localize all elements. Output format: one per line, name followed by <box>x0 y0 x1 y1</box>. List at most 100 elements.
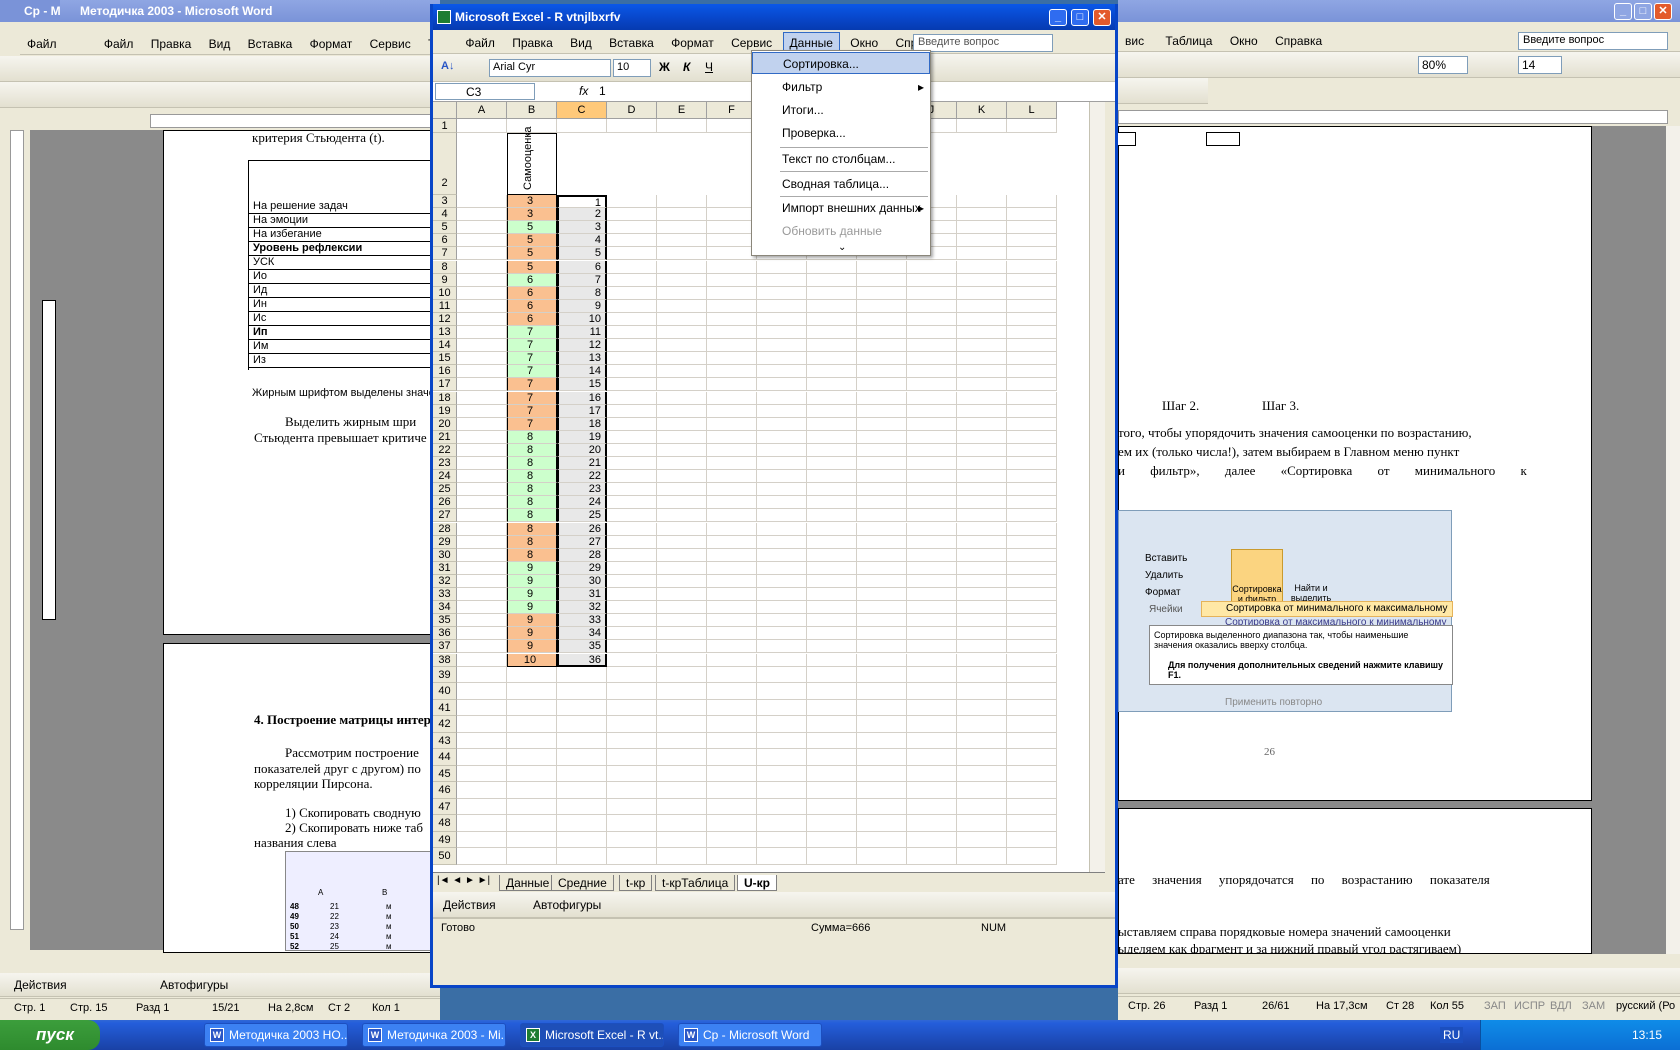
cell[interactable] <box>507 848 557 865</box>
cell[interactable] <box>657 535 707 549</box>
cell[interactable] <box>857 699 907 717</box>
cell[interactable] <box>507 782 557 799</box>
cell[interactable]: 35 <box>557 640 607 654</box>
cell[interactable] <box>857 378 907 392</box>
cell[interactable] <box>457 666 507 684</box>
cell[interactable] <box>807 496 857 510</box>
cell[interactable] <box>957 119 1007 133</box>
cell[interactable] <box>1007 208 1057 222</box>
cell[interactable]: 5 <box>507 260 557 274</box>
cell[interactable] <box>907 601 957 615</box>
cell[interactable] <box>807 614 857 628</box>
sheet-tab[interactable]: Средние <box>551 875 614 891</box>
cell[interactable] <box>457 683 507 700</box>
cell[interactable] <box>707 430 757 444</box>
row-header[interactable]: 3 <box>433 195 457 209</box>
cell[interactable] <box>807 339 857 353</box>
cell[interactable] <box>1007 273 1057 287</box>
cell[interactable] <box>507 765 557 783</box>
menu-window-right[interactable]: Окно <box>1223 30 1265 52</box>
cell[interactable] <box>707 815 757 832</box>
cell[interactable]: 8 <box>507 535 557 549</box>
cell[interactable] <box>957 417 1007 431</box>
cell[interactable] <box>757 548 807 562</box>
cell[interactable] <box>807 535 857 549</box>
cell[interactable] <box>957 273 1007 287</box>
cell[interactable] <box>557 732 607 750</box>
cell[interactable] <box>757 326 807 340</box>
cell[interactable]: 6 <box>507 286 557 300</box>
cell[interactable] <box>607 352 657 366</box>
cell[interactable] <box>957 221 1007 235</box>
cell[interactable] <box>507 683 557 700</box>
cell[interactable] <box>1007 496 1057 510</box>
sheet-tab[interactable]: t-кр <box>619 875 653 891</box>
cell[interactable] <box>457 848 507 865</box>
excel-menu-format[interactable]: Формат <box>664 32 721 54</box>
cell[interactable] <box>657 404 707 418</box>
cell[interactable] <box>707 208 757 222</box>
column-header[interactable]: A <box>457 102 507 119</box>
cell[interactable] <box>457 119 507 133</box>
cell[interactable] <box>957 601 1007 615</box>
cell[interactable] <box>507 732 557 750</box>
cell[interactable] <box>707 716 757 733</box>
row-header[interactable]: 9 <box>433 273 457 287</box>
cell[interactable] <box>657 765 707 783</box>
row-header[interactable]: 48 <box>433 815 457 832</box>
cell[interactable] <box>1007 640 1057 654</box>
cell[interactable]: 21 <box>557 457 607 471</box>
cell[interactable] <box>707 588 757 602</box>
cell[interactable] <box>757 339 807 353</box>
cell[interactable] <box>707 749 757 766</box>
select-all-corner[interactable] <box>433 102 457 119</box>
cell[interactable] <box>807 457 857 471</box>
cell[interactable] <box>707 119 757 133</box>
cell[interactable]: 3 <box>557 221 607 235</box>
cell[interactable]: 8 <box>507 457 557 471</box>
cell[interactable] <box>1007 548 1057 562</box>
cell[interactable] <box>707 561 757 575</box>
cell[interactable] <box>557 798 607 816</box>
cell[interactable] <box>607 848 657 865</box>
sort-az-icon[interactable]: A↓ <box>441 60 454 72</box>
task-word-3[interactable]: W Ср - Microsoft Word <box>678 1023 822 1047</box>
excel-close-button[interactable]: ✕ <box>1093 9 1111 26</box>
cell[interactable] <box>607 561 657 575</box>
cell[interactable] <box>457 273 507 287</box>
row-header[interactable]: 13 <box>433 326 457 340</box>
cell[interactable] <box>457 640 507 654</box>
cell[interactable] <box>1007 716 1057 733</box>
cell[interactable] <box>1007 417 1057 431</box>
cell[interactable] <box>607 365 657 379</box>
cell[interactable] <box>707 352 757 366</box>
cell[interactable] <box>807 640 857 654</box>
maximize-button[interactable]: □ <box>1634 3 1652 20</box>
cell[interactable] <box>807 574 857 588</box>
cell[interactable] <box>907 732 957 750</box>
cell[interactable] <box>1007 574 1057 588</box>
cell[interactable] <box>457 522 507 536</box>
cell[interactable] <box>907 640 957 654</box>
cell[interactable] <box>857 522 907 536</box>
cell[interactable] <box>757 574 807 588</box>
cell[interactable] <box>857 716 907 733</box>
cell[interactable] <box>807 365 857 379</box>
cell[interactable]: 9 <box>507 574 557 588</box>
cell[interactable] <box>1007 312 1057 326</box>
cell[interactable] <box>757 496 807 510</box>
cell[interactable] <box>857 260 907 274</box>
cell[interactable] <box>807 273 857 287</box>
cell[interactable] <box>957 299 1007 313</box>
cell[interactable] <box>1007 535 1057 549</box>
word-left-titlebar[interactable]: Методичка 2003 - Microsoft Word <box>60 0 440 22</box>
cell[interactable] <box>907 365 957 379</box>
cell[interactable] <box>657 848 707 865</box>
cell[interactable] <box>457 247 507 261</box>
cell[interactable] <box>807 509 857 523</box>
cell[interactable] <box>857 561 907 575</box>
cell[interactable] <box>607 815 657 832</box>
cell[interactable] <box>707 653 757 667</box>
menu-filter[interactable]: Фильтр ▸ <box>752 76 930 98</box>
cell[interactable] <box>657 815 707 832</box>
